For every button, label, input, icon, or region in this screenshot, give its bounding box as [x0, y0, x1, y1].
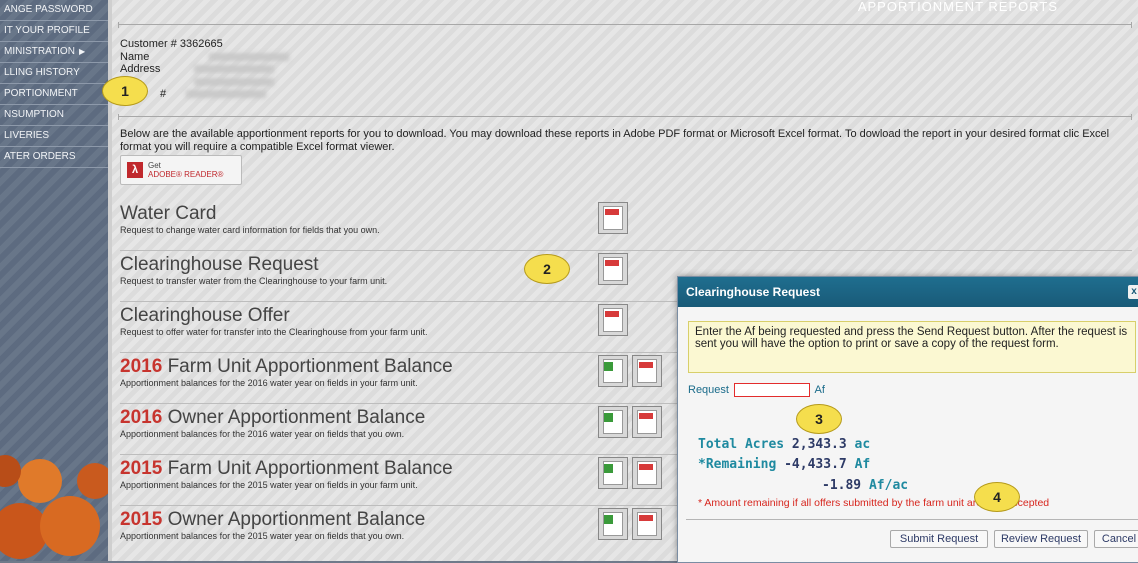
- customer-phone-label: #: [160, 88, 167, 100]
- dialog-instructions: Enter the Af being requested and press t…: [688, 321, 1136, 373]
- pdf-download-icon[interactable]: [632, 457, 662, 489]
- callout-1: 1: [102, 76, 148, 106]
- pdf-download-icon[interactable]: [632, 508, 662, 540]
- total-acres: Total Acres 2,343.3 ac: [698, 437, 870, 452]
- customer-name-label: Name: [120, 50, 150, 63]
- sidebar-item-edit-profile[interactable]: IT YOUR PROFILE: [0, 21, 108, 42]
- total-acres-unit: ac: [854, 437, 871, 452]
- redacted-name: [209, 52, 290, 61]
- get-adobe-reader-button[interactable]: λ Get ADOBE® READER®: [120, 155, 242, 185]
- excel-download-icon[interactable]: [598, 457, 628, 489]
- page-title: APPORTIONMENT REPORTS: [857, 0, 1058, 14]
- redacted-city: [194, 77, 274, 86]
- adobe-get-label: Get: [148, 161, 161, 170]
- report-title: Clearinghouse Request: [120, 254, 319, 275]
- close-icon[interactable]: x: [1128, 285, 1138, 299]
- total-acres-value: 2,343.3: [791, 437, 847, 452]
- divider: [686, 519, 1138, 520]
- dialog-title: Clearinghouse Request: [686, 285, 821, 299]
- sidebar-item-billing-history[interactable]: LLING HISTORY: [0, 63, 108, 84]
- sidebar-item-apportionment[interactable]: PORTIONMENT: [0, 84, 108, 105]
- pdf-download-icon[interactable]: [598, 304, 628, 336]
- request-unit: Af: [814, 383, 825, 396]
- intro-text: Below are the available apportionment re…: [120, 128, 1110, 153]
- sidebar-item-water-orders[interactable]: ATER ORDERS: [0, 147, 108, 168]
- per-acre-value: -1.89: [822, 478, 862, 493]
- pdf-download-icon[interactable]: [632, 406, 662, 438]
- request-row: Request Af: [688, 383, 825, 397]
- report-year: 2016: [120, 407, 163, 428]
- remaining-label: *Remaining: [698, 457, 777, 472]
- excel-download-icon[interactable]: [598, 355, 628, 387]
- adobe-reader-label: ADOBE® READER®: [148, 170, 224, 179]
- callout-3: 3: [796, 404, 842, 434]
- sidebar-item-change-password[interactable]: ANGE PASSWORD: [0, 0, 108, 21]
- request-af-input[interactable]: [734, 383, 811, 397]
- excel-download-icon[interactable]: [598, 508, 628, 540]
- report-title: Farm Unit Apportionment Balance: [167, 458, 453, 479]
- excel-download-icon[interactable]: [598, 406, 628, 438]
- report-title: Owner Apportionment Balance: [167, 509, 426, 530]
- redacted-phone: [186, 90, 267, 99]
- callout-2: 2: [524, 254, 570, 284]
- per-acre: -1.89 Af/ac: [822, 478, 908, 493]
- report-title: Water Card: [120, 203, 217, 224]
- report-year: 2015: [120, 458, 163, 479]
- callout-4: 4: [974, 482, 1020, 512]
- pdf-download-icon[interactable]: [598, 253, 628, 285]
- sidebar: ANGE PASSWORD IT YOUR PROFILE MINISTRATI…: [0, 0, 108, 561]
- report-title: Farm Unit Apportionment Balance: [167, 356, 453, 377]
- remaining-value: -4,433.7: [784, 457, 847, 472]
- cancel-button[interactable]: Cancel: [1094, 530, 1138, 548]
- customer-number: Customer # 3362665: [120, 38, 223, 50]
- total-acres-label: Total Acres: [698, 437, 785, 452]
- customer-address-label: Address: [120, 63, 161, 75]
- divider: [118, 114, 1132, 120]
- dialog-title-bar: Clearinghouse Request x: [678, 277, 1138, 307]
- sidebar-item-administration[interactable]: MINISTRATION: [0, 42, 108, 63]
- request-label: Request: [688, 383, 729, 396]
- clearinghouse-request-dialog: Clearinghouse Request x Enter the Af bei…: [677, 276, 1138, 563]
- pdf-download-icon[interactable]: [632, 355, 662, 387]
- remaining: *Remaining -4,433.7 Af: [698, 457, 870, 472]
- report-year: 2015: [120, 509, 163, 530]
- review-request-button[interactable]: Review Request: [994, 530, 1088, 548]
- divider: [118, 22, 1132, 28]
- report-title: Owner Apportionment Balance: [167, 407, 426, 428]
- pdf-download-icon[interactable]: [598, 202, 628, 234]
- sidebar-item-deliveries[interactable]: LIVERIES: [0, 126, 108, 147]
- report-title: Clearinghouse Offer: [120, 305, 290, 326]
- per-acre-unit: Af/ac: [868, 478, 909, 493]
- report-water-card: Water Card Request to change water card …: [120, 202, 1132, 251]
- redacted-address: [194, 65, 275, 74]
- submit-request-button[interactable]: Submit Request: [890, 530, 988, 548]
- remaining-unit: Af: [854, 457, 871, 472]
- oranges-image: [0, 455, 108, 559]
- report-year: 2016: [120, 356, 163, 377]
- adobe-icon: λ: [127, 162, 143, 178]
- sidebar-item-consumption[interactable]: NSUMPTION: [0, 105, 108, 126]
